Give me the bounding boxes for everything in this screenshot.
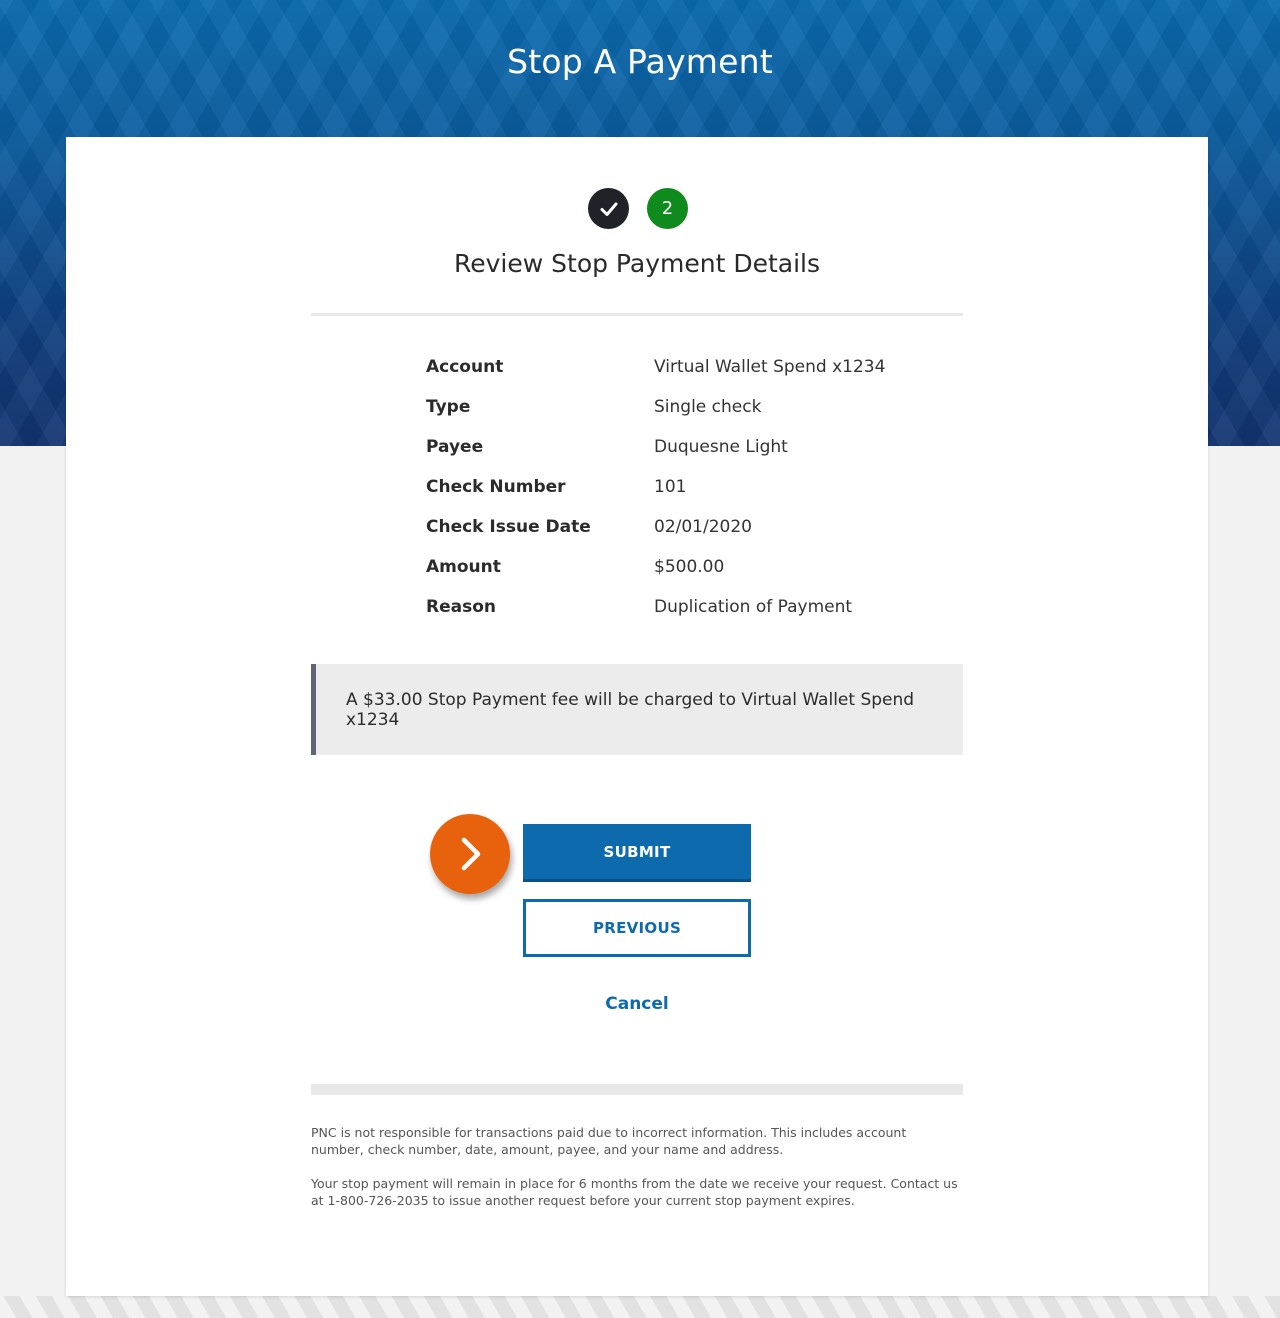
detail-label: Payee xyxy=(426,437,484,457)
disclaimer-duration: Your stop payment will remain in place f… xyxy=(311,1176,958,1208)
submit-button[interactable]: SUBMIT xyxy=(523,824,751,882)
fee-notice: A $33.00 Stop Payment fee will be charge… xyxy=(311,664,963,755)
detail-row-account: Account Virtual Wallet Spend x1234 xyxy=(426,347,926,387)
step-2-active: 2 xyxy=(647,188,688,229)
detail-value: Duquesne Light xyxy=(654,437,788,457)
detail-label: Reason xyxy=(426,597,496,617)
detail-label: Check Issue Date xyxy=(426,517,591,537)
detail-value: Virtual Wallet Spend x1234 xyxy=(654,357,886,377)
pointer-callout xyxy=(430,814,510,894)
footer-pattern xyxy=(0,1296,1280,1318)
previous-button[interactable]: PREVIOUS xyxy=(523,899,751,957)
detail-row-check-number: Check Number 101 xyxy=(426,467,926,507)
detail-value: 02/01/2020 xyxy=(654,517,752,537)
detail-row-type: Type Single check xyxy=(426,387,926,427)
detail-value: 101 xyxy=(654,477,687,497)
detail-label: Check Number xyxy=(426,477,566,497)
section-title: Review Stop Payment Details xyxy=(454,249,820,278)
detail-value: $500.00 xyxy=(654,557,725,577)
checkmark-icon xyxy=(600,202,617,216)
detail-value: Duplication of Payment xyxy=(654,597,853,617)
divider xyxy=(311,1084,963,1095)
cancel-link[interactable]: Cancel xyxy=(66,994,1208,1014)
detail-row-reason: Reason Duplication of Payment xyxy=(426,587,926,627)
review-card: 2 Review Stop Payment Details Account Vi… xyxy=(66,137,1208,1296)
details-list: Account Virtual Wallet Spend x1234 Type … xyxy=(426,347,926,627)
detail-label: Type xyxy=(426,397,471,417)
detail-row-check-issue-date: Check Issue Date 02/01/2020 xyxy=(426,507,926,547)
fee-notice-text: A $33.00 Stop Payment fee will be charge… xyxy=(346,689,915,730)
detail-row-amount: Amount $500.00 xyxy=(426,547,926,587)
step-1-complete xyxy=(588,188,629,229)
page-title: Stop A Payment xyxy=(507,42,773,81)
detail-value: Single check xyxy=(654,397,762,417)
divider xyxy=(311,313,963,316)
progress-steps: 2 xyxy=(588,188,688,230)
step-2-number: 2 xyxy=(661,198,674,219)
detail-label: Amount xyxy=(426,557,501,577)
detail-row-payee: Payee Duquesne Light xyxy=(426,427,926,467)
chevron-right-icon xyxy=(461,837,481,871)
disclaimer-responsibility: PNC is not responsible for transactions … xyxy=(311,1125,907,1157)
detail-label: Account xyxy=(426,357,504,377)
